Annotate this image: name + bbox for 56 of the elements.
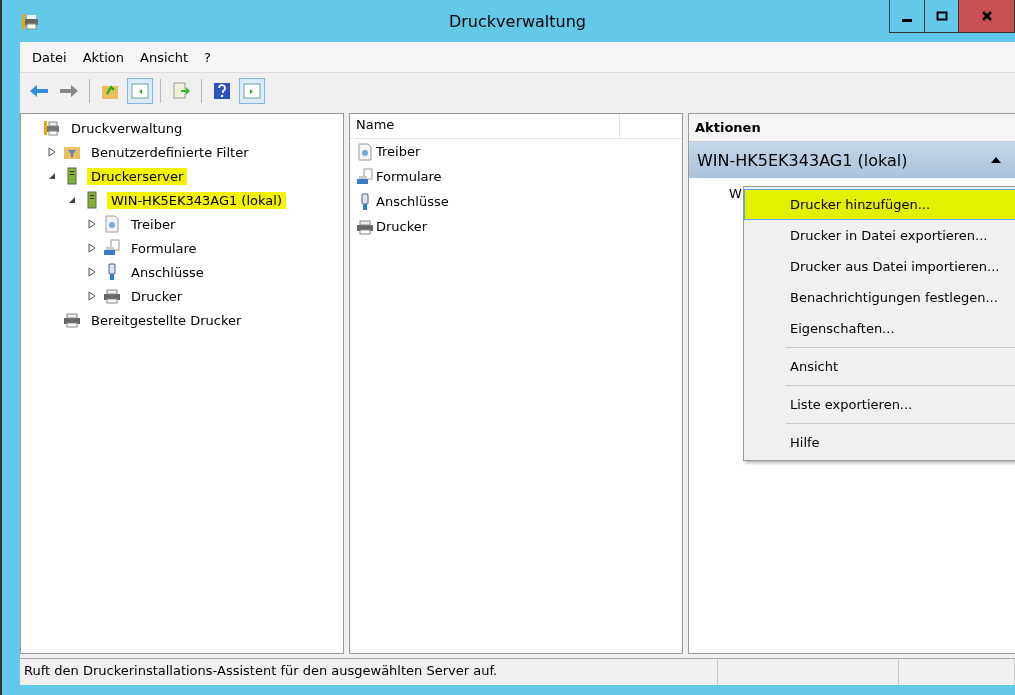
printer-icon [43, 119, 61, 137]
help-icon [213, 82, 231, 100]
collapsed-caret-icon[interactable] [88, 243, 96, 253]
tree-item[interactable]: Formulare [127, 239, 201, 257]
context-menu-item[interactable]: Drucker aus Datei importieren... [744, 251, 1015, 282]
tree-item[interactable]: Drucker [127, 287, 187, 305]
action-link[interactable]: W [729, 186, 742, 201]
context-menu-item[interactable]: Benachrichtigungen festlegen... [744, 282, 1015, 313]
close-button[interactable] [958, 0, 1014, 32]
actions-header: Aktionen [689, 114, 1015, 142]
actions-section-header[interactable]: WIN-HK5EK343AG1 (lokal) [689, 142, 1015, 178]
back-arrow-icon [29, 83, 49, 99]
forms-tray-icon [103, 239, 121, 257]
context-menu-item[interactable]: Drucker hinzufügen... [744, 189, 1015, 220]
context-menu-item[interactable]: Liste exportieren... [744, 389, 1015, 420]
maximize-icon [935, 10, 948, 22]
export-list-icon [172, 82, 190, 100]
tree-item[interactable]: Treiber [127, 215, 180, 233]
panel-left-icon [131, 83, 149, 99]
tree-item[interactable]: Benutzerdefinierte Filter [87, 143, 253, 161]
tree-item[interactable]: Druckerserver [87, 167, 188, 185]
minimize-icon [902, 18, 912, 22]
collapsed-caret-icon[interactable] [88, 267, 96, 277]
context-menu-item[interactable]: Drucker in Datei exportieren... [744, 220, 1015, 251]
status-text: Ruft den Druckerinstallations-Assistent für den ausgewählten Server auf. [20, 659, 718, 685]
expanded-caret-icon[interactable] [48, 172, 56, 180]
panel-right-icon [243, 83, 261, 99]
collapse-triangle-icon[interactable] [991, 156, 1001, 164]
list-item[interactable]: Formulare [376, 169, 442, 184]
printer-icon [20, 11, 40, 31]
forward-arrow-icon [59, 83, 79, 99]
menu-item[interactable]: ? [198, 47, 217, 67]
printer-icon [63, 311, 81, 329]
window-title: Druckverwaltung [447, 12, 587, 31]
expanded-caret-icon[interactable] [68, 196, 76, 204]
menu-item[interactable]: Aktion [76, 47, 130, 67]
collapsed-caret-icon[interactable] [48, 147, 56, 157]
tree-item[interactable]: Druckverwaltung [67, 119, 187, 137]
printer-icon [356, 217, 374, 236]
printer-icon [103, 287, 121, 305]
list-item[interactable]: Treiber [376, 144, 421, 159]
close-icon [980, 10, 993, 22]
column-header[interactable]: Name [350, 114, 620, 138]
context-menu-item[interactable]: Eigenschaften... [744, 313, 1015, 344]
menu-item[interactable]: Datei [26, 47, 73, 67]
context-menu-item[interactable]: Hilfe [744, 427, 1015, 458]
tree-item[interactable]: WIN-HK5EK343AG1 (lokal) [107, 191, 286, 209]
collapsed-caret-icon[interactable] [88, 291, 96, 301]
collapsed-caret-icon[interactable] [88, 219, 96, 229]
context-menu-item[interactable]: Ansicht [744, 351, 1015, 382]
tree-item[interactable]: Anschlüsse [127, 263, 208, 281]
menu-item[interactable]: Ansicht [134, 47, 195, 67]
list-item[interactable]: Drucker [376, 219, 428, 234]
list-item[interactable]: Anschlüsse [376, 194, 449, 209]
forms-tray-icon [356, 167, 374, 186]
tree-item[interactable]: Bereitgestellte Drucker [87, 311, 246, 329]
